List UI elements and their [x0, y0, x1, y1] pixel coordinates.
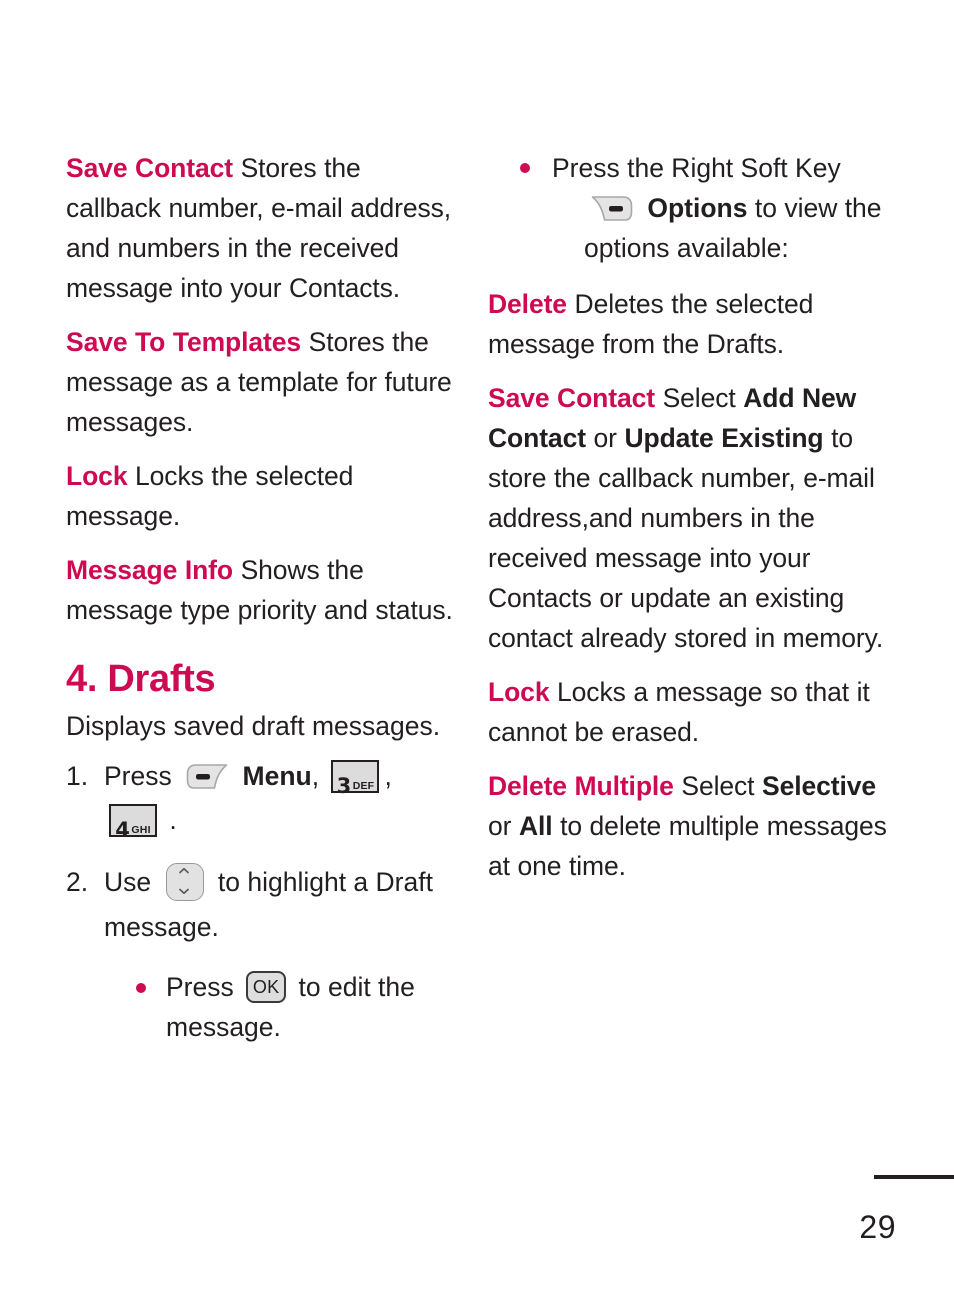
section-intro-drafts: Displays saved draft messages.	[66, 711, 441, 741]
option-selective: Selective	[762, 771, 877, 801]
keypad-key-3-letters: DEF	[352, 779, 375, 792]
rsk-softkey-label: Options	[647, 193, 748, 223]
keypad-key-3-def: 3 DEF	[331, 759, 380, 798]
step-1-number: 1.	[66, 761, 89, 791]
manual-page: Save Contact Stores the callback number,…	[0, 0, 954, 1291]
rsk-line3: options available:	[584, 233, 789, 263]
term-lock: Lock	[66, 461, 128, 491]
rsk-line2-after: to view the	[754, 193, 882, 223]
term-save-contact: Save Contact	[66, 153, 233, 183]
step-2-sub-bullet-press-ok: Press OK to edit the message.	[134, 967, 458, 1047]
entry-save-contact-right: Save Contact Select Add New Contact or U…	[488, 378, 888, 658]
ok-key-icon: OK	[246, 971, 287, 1003]
desc-save-contact-part2: or	[585, 423, 625, 453]
right-soft-key-icon	[590, 195, 634, 222]
term-delete-multiple: Delete Multiple	[488, 771, 674, 801]
desc-save-contact-part3: to store the callback number, e-mail add…	[488, 423, 884, 653]
step-1-text-before: Press	[104, 761, 172, 791]
desc-delete-multiple-part1: Select	[681, 771, 763, 801]
entry-lock: Lock Locks the selected message.	[66, 456, 458, 536]
entry-lock-right: Lock Locks a message so that it cannot b…	[488, 672, 888, 752]
step-2-number: 2.	[66, 867, 89, 897]
footer-divider	[874, 1175, 954, 1179]
right-column: Press the Right Soft Key Options to view…	[488, 148, 888, 900]
desc-save-contact-part1: Select	[662, 383, 744, 413]
step-2-text-after: to highlight a Draft message.	[104, 867, 433, 942]
term-lock-right: Lock	[488, 677, 550, 707]
left-column: Save Contact Stores the callback number,…	[66, 148, 458, 1061]
rsk-line1: Press the Right Soft Key	[552, 153, 841, 183]
left-soft-key-icon	[185, 763, 229, 790]
term-save-to-templates: Save To Templates	[66, 327, 302, 357]
keypad-key-3-digit: 3	[336, 773, 352, 798]
step-1-comma: ,	[311, 761, 320, 791]
step-1-separator: ,	[384, 761, 392, 791]
keypad-key-4-ghi: 4 GHI	[109, 803, 157, 842]
step-2-text-before: Use	[104, 867, 152, 897]
keypad-key-4-letters: GHI	[131, 823, 151, 836]
step-1-softkey-label: Menu	[242, 761, 312, 791]
bullet-press-right-soft-key: Press the Right Soft Key Options to view…	[518, 148, 888, 268]
step-1: 1. Press Menu, 3 DEF , 4 GHI .	[66, 754, 458, 842]
option-all: All	[518, 811, 553, 841]
term-message-info: Message Info	[66, 555, 233, 585]
term-save-contact-right: Save Contact	[488, 383, 655, 413]
bullet-dot-icon	[136, 983, 146, 993]
entry-message-info: Message Info Shows the message type prio…	[66, 550, 458, 630]
bullet-dot-icon	[520, 163, 530, 173]
rsk-line2: Options to view the options available:	[552, 188, 888, 268]
entry-save-contact: Save Contact Stores the callback number,…	[66, 148, 458, 308]
sub-bullet-text-before: Press	[166, 972, 234, 1002]
option-update-existing: Update Existing	[624, 423, 824, 453]
navigation-key-icon	[165, 863, 204, 901]
step-1-terminator: .	[169, 805, 177, 835]
entry-delete: Delete Deletes the selected message from…	[488, 284, 888, 364]
section-heading-drafts: 4. Drafts	[66, 658, 216, 700]
step-2: 2. Use to highlight a Draft message.	[66, 860, 458, 949]
keypad-key-4-digit: 4	[115, 817, 130, 842]
page-number: 29	[859, 1209, 896, 1245]
entry-delete-multiple: Delete Multiple Select Selective or All …	[488, 766, 888, 886]
entry-save-to-templates: Save To Templates Stores the message as …	[66, 322, 458, 442]
desc-delete-multiple-part2: or	[488, 811, 519, 841]
term-delete: Delete	[488, 289, 567, 319]
